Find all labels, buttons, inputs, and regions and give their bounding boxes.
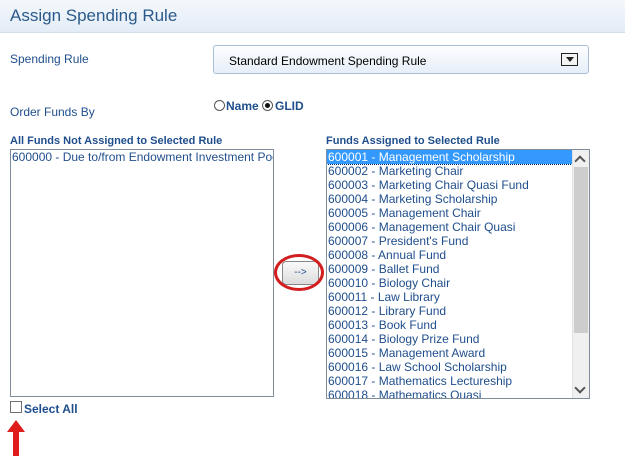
unassigned-funds-list[interactable]: 600000 - Due to/from Endowment Investmen…	[10, 149, 274, 397]
assigned-fund-item[interactable]: 600007 - President's Fund	[327, 234, 589, 248]
assigned-fund-item[interactable]: 600001 - Management Scholarship	[327, 150, 573, 165]
highlight-circle	[274, 254, 324, 291]
assigned-fund-item[interactable]: 600011 - Law Library	[327, 290, 589, 304]
assigned-funds-scrollbar[interactable]	[572, 150, 589, 398]
spending-rule-label: Spending Rule	[10, 52, 89, 66]
assigned-fund-item[interactable]: 600014 - Biology Prize Fund	[327, 332, 589, 346]
assigned-fund-item[interactable]: 600012 - Library Fund	[327, 304, 589, 318]
assigned-fund-item[interactable]: 600004 - Marketing Scholarship	[327, 192, 589, 206]
assigned-fund-item[interactable]: 600008 - Annual Fund	[327, 248, 589, 262]
unassigned-fund-item[interactable]: 600000 - Due to/from Endowment Investmen…	[11, 150, 273, 164]
assigned-fund-item[interactable]: 600017 - Mathematics Lectureship	[327, 374, 589, 388]
red-arrow-up-icon	[7, 420, 25, 456]
assigned-fund-item[interactable]: 600013 - Book Fund	[327, 318, 589, 332]
assigned-fund-item[interactable]: 600009 - Ballet Fund	[327, 262, 589, 276]
page-header: Assign Spending Rule	[0, 0, 625, 33]
order-by-glid-label[interactable]: GLID	[275, 99, 304, 113]
assigned-fund-item[interactable]: 600018 - Mathematics Quasi	[327, 388, 589, 398]
unassigned-funds-heading: All Funds Not Assigned to Selected Rule	[10, 135, 223, 147]
assigned-funds-items: 600001 - Management Scholarship 600002 - …	[327, 150, 589, 398]
assigned-funds-heading: Funds Assigned to Selected Rule	[326, 135, 500, 147]
order-funds-label: Order Funds By	[10, 105, 95, 119]
assigned-fund-item[interactable]: 600006 - Management Chair Quasi	[327, 220, 589, 234]
assigned-funds-list[interactable]: 600001 - Management Scholarship 600002 - …	[326, 149, 590, 399]
assigned-fund-item[interactable]: 600005 - Management Chair	[327, 206, 589, 220]
order-by-glid-radio[interactable]	[262, 100, 273, 111]
chevron-down-icon[interactable]	[561, 53, 578, 66]
assigned-fund-item[interactable]: 600016 - Law School Scholarship	[327, 360, 589, 374]
spending-rule-dropdown[interactable]: Standard Endowment Spending Rule	[213, 45, 589, 74]
assigned-fund-item[interactable]: 600010 - Biology Chair	[327, 276, 589, 290]
page-title: Assign Spending Rule	[10, 6, 178, 25]
scroll-up-icon[interactable]	[573, 150, 589, 166]
order-by-name-radio[interactable]	[214, 100, 225, 111]
assigned-fund-item[interactable]: 600003 - Marketing Chair Quasi Fund	[327, 178, 589, 192]
select-all-checkbox[interactable]	[10, 401, 22, 413]
order-by-name-label[interactable]: Name	[226, 99, 259, 113]
assigned-fund-item[interactable]: 600015 - Management Award	[327, 346, 589, 360]
assigned-fund-item[interactable]: 600002 - Marketing Chair	[327, 164, 589, 178]
select-all-label[interactable]: Select All	[24, 402, 78, 416]
scrollbar-thumb[interactable]	[574, 167, 588, 333]
scroll-down-icon[interactable]	[573, 382, 589, 398]
spending-rule-value: Standard Endowment Spending Rule	[229, 54, 427, 68]
